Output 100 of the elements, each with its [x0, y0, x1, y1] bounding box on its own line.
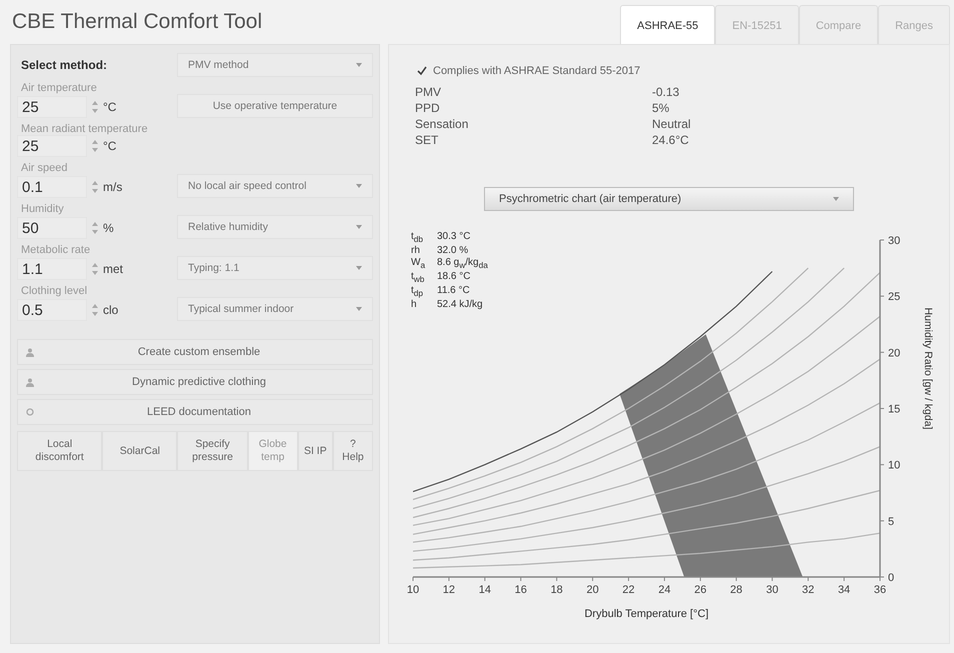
x-tick-label: 32 — [802, 584, 814, 596]
x-tick-label: 30 — [766, 584, 778, 596]
number-input[interactable]: 0.1 — [17, 176, 87, 198]
dropdown-value: Typical summer indoor — [188, 303, 294, 315]
y-tick-label: 15 — [888, 404, 900, 416]
unit-label: clo — [103, 303, 120, 317]
compliance-text: Complies with ASHRAE Standard 55-2017 — [433, 65, 640, 77]
x-tick-label: 10 — [406, 584, 420, 596]
caret-icon — [356, 184, 362, 188]
caret-icon — [833, 197, 839, 201]
info-value: 32.0 % — [437, 245, 470, 257]
x-tick-label: 18 — [550, 584, 563, 596]
y-tick-label: 0 — [888, 572, 894, 584]
action-button[interactable]: Dynamic predictive clothing — [17, 369, 373, 395]
standard-tab[interactable]: ASHRAE-55 — [620, 5, 716, 44]
spinner-icon[interactable] — [91, 179, 99, 195]
number-input[interactable]: 1.1 — [17, 258, 87, 280]
caret-icon — [356, 307, 362, 311]
method-dropdown[interactable]: PMV method — [177, 53, 373, 77]
result-value: 5% — [652, 101, 670, 115]
y-axis-title: Humidity Ratio [gw / kgda] — [922, 308, 934, 430]
x-tick-label: 34 — [838, 584, 850, 596]
y-tick-label: 20 — [888, 347, 900, 360]
dropdown-value: PMV method — [188, 59, 249, 71]
number-input[interactable]: 0.5 — [17, 299, 87, 321]
info-label: h — [411, 299, 418, 311]
result-label: PMV — [415, 85, 442, 99]
field-label: Air speed — [20, 162, 68, 174]
spinner-icon[interactable] — [91, 138, 99, 154]
spinner-icon[interactable] — [91, 220, 99, 236]
app-title: CBE Thermal Comfort Tool — [12, 10, 262, 34]
person-icon — [26, 378, 34, 386]
unit-label: °C — [103, 100, 118, 114]
action-button[interactable]: Create custom ensemble — [17, 339, 373, 365]
caret-icon — [356, 63, 362, 67]
y-tick-label: 30 — [888, 235, 900, 247]
x-tick-label: 36 — [874, 584, 886, 596]
tool-button[interactable]: Local discomfort — [17, 431, 102, 471]
chart-type-dropdown[interactable]: Psychrometric chart (air temperature) — [484, 187, 854, 211]
info-value: 11.6 °C — [437, 285, 471, 298]
unit-label: % — [103, 221, 115, 235]
spinner-icon[interactable] — [91, 261, 99, 277]
number-input[interactable]: 50 — [17, 217, 87, 239]
option-dropdown[interactable]: Typing: 1.1 — [177, 256, 373, 280]
info-value: 8.6 g$_{w}$/kg$_{da}$ — [437, 257, 488, 271]
tool-button[interactable]: SI IP — [298, 431, 333, 471]
x-tick-label: 22 — [622, 584, 635, 596]
field-label: Humidity — [20, 203, 65, 215]
x-tick-label: 14 — [478, 584, 491, 596]
field-label: Metabolic rate — [20, 244, 92, 256]
tool-button[interactable]: Specify pressure — [177, 431, 248, 471]
info-label: t$_{db}$ — [411, 231, 424, 245]
dropdown-value: No local air speed control — [188, 180, 306, 192]
info-value: 52.4 kJ/kg — [437, 299, 484, 311]
info-label: rh — [411, 245, 421, 257]
result-value: Neutral — [652, 117, 692, 131]
x-tick-label: 26 — [694, 584, 706, 596]
unit-label: m/s — [103, 180, 124, 194]
result-label: SET — [415, 133, 440, 147]
info-value: 18.6 °C — [437, 271, 472, 284]
number-input[interactable]: 25 — [17, 96, 87, 118]
option-dropdown[interactable]: Typical summer indoor — [177, 297, 373, 321]
number-input[interactable]: 25 — [17, 135, 87, 157]
x-tick-label: 12 — [442, 584, 456, 596]
info-label: t$_{dp}$ — [411, 285, 424, 299]
circle-icon — [26, 408, 34, 416]
unit-label: °C — [103, 139, 118, 153]
y-tick-label: 25 — [888, 291, 900, 304]
action-button[interactable]: LEED documentation — [17, 399, 373, 425]
result-label: PPD — [415, 101, 441, 115]
dropdown-value: Psychrometric chart (air temperature) — [499, 193, 682, 205]
person-icon — [26, 348, 34, 356]
option-button[interactable]: Use operative temperature — [177, 94, 373, 118]
field-label: Clothing level — [20, 285, 88, 297]
method-label: Select method: — [20, 58, 108, 72]
field-label: Air temperature — [20, 82, 98, 94]
y-tick-label: 5 — [888, 516, 894, 528]
tool-button[interactable]: SolarCal — [102, 431, 178, 471]
info-label: W$_{a}$ — [411, 257, 426, 271]
x-axis-title: Drybulb Temperature [°C] — [584, 608, 709, 620]
result-value: 24.6°C — [652, 133, 690, 147]
tool-button[interactable]: ? Help — [332, 431, 373, 471]
result-value: -0.13 — [652, 85, 680, 99]
unit-label: met — [103, 262, 124, 276]
field-label: Mean radiant temperature — [20, 123, 149, 135]
x-tick-label: 20 — [586, 584, 599, 596]
option-dropdown[interactable]: No local air speed control — [177, 174, 373, 198]
spinner-icon[interactable] — [91, 302, 99, 318]
dropdown-value: Relative humidity — [188, 221, 268, 233]
option-dropdown[interactable]: Relative humidity — [177, 215, 373, 239]
spinner-icon[interactable] — [91, 99, 99, 115]
x-tick-label: 24 — [658, 584, 671, 596]
x-tick-label: 16 — [514, 584, 527, 596]
caret-icon — [356, 266, 362, 270]
info-value: 30.3 °C — [437, 231, 472, 244]
y-tick-label: 10 — [888, 460, 900, 472]
x-tick-label: 28 — [730, 584, 742, 596]
dropdown-value: Typing: 1.1 — [188, 262, 240, 274]
caret-icon — [356, 225, 362, 229]
info-label: t$_{wb}$ — [411, 271, 426, 285]
